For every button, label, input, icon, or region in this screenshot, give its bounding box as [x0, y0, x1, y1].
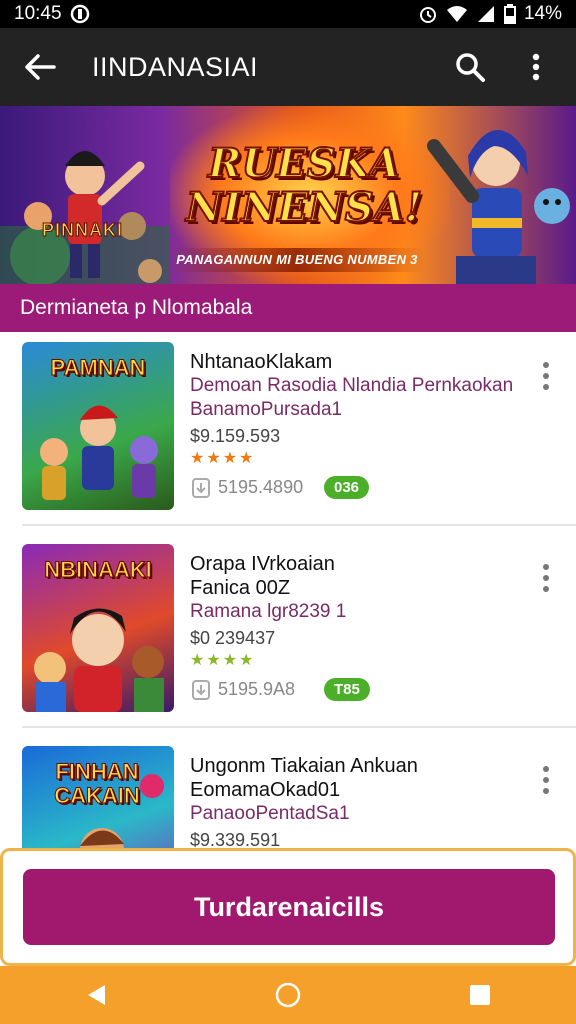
download-icon [190, 679, 212, 701]
item-badge: 036 [324, 476, 370, 499]
circle-home-icon [275, 982, 301, 1008]
alarm-icon [418, 4, 438, 24]
cta-panel: Turdarenaicills [0, 848, 576, 966]
search-button[interactable] [448, 45, 492, 89]
status-time: 10:45 [14, 3, 62, 24]
back-button[interactable] [18, 45, 62, 89]
wifi-icon [446, 5, 468, 23]
more-vert-icon [543, 362, 549, 390]
item-more-button[interactable] [532, 760, 560, 800]
nav-home-button[interactable] [258, 970, 318, 1020]
item-meta: 5195.4890 036 [190, 476, 520, 499]
thumbnail-title: PAMNAN [50, 355, 146, 380]
download-icon [190, 477, 212, 499]
item-more-button[interactable] [532, 356, 560, 396]
item-info: NhtanaoKlakam Demoan Rasodia Nlandia Per… [190, 350, 520, 499]
more-vert-icon [543, 766, 549, 794]
item-subtitle: BanamoPursada1 [190, 399, 343, 420]
item-description: Ramana lgr8239 1 [190, 601, 347, 622]
triangle-back-icon [88, 985, 105, 1005]
item-description: Demoan Rasodia Nlandia Pernkaokan [190, 375, 514, 396]
nav-recents-button[interactable] [450, 970, 510, 1020]
arrow-left-icon [25, 54, 56, 80]
square-recents-icon [470, 985, 490, 1005]
banner-hero-left-illustration [0, 151, 170, 284]
item-price: $9.159.593 [190, 426, 281, 446]
list-item[interactable]: FINHAN CAKAIN Ungonm Tiakaian Ankuan Eom… [0, 736, 576, 848]
banner-tagline: PANAGANNUN MI BUENG NUMBEN 3 [170, 248, 424, 272]
promo-banner[interactable]: PINNAKI RUESKA NINENSA! PANAGANNUN MI BU… [0, 106, 576, 284]
system-nav-bar [0, 966, 576, 1024]
item-name: NhtanaoKlakam [190, 351, 333, 373]
nav-back-button[interactable] [66, 970, 126, 1020]
banner-headline-line1: RUESKA [207, 140, 401, 187]
search-icon [456, 53, 485, 82]
item-rating-stars: ★★★★ [190, 450, 256, 467]
item-name: Orapa IVrkoaian [190, 553, 335, 575]
item-info: Ungonm Tiakaian Ankuan EomamaOkad01 Pana… [190, 754, 520, 848]
item-name: Ungonm Tiakaian Ankuan [190, 755, 418, 777]
banner-small-logo: PINNAKI [41, 220, 124, 241]
list-item[interactable]: NBINAAKI Orapa IVrkoaian Fanica 00Z Rama… [0, 534, 576, 734]
overflow-menu-button[interactable] [514, 45, 558, 89]
item-meta: 5195.9A8 T85 [190, 678, 520, 701]
game-thumbnail[interactable]: PAMNAN [22, 342, 174, 510]
banner-headline-line2: NINENSA! [185, 184, 423, 231]
app-notification-icon [70, 4, 90, 24]
page-title: IINDANASIAI [92, 51, 259, 82]
more-vert-icon [532, 53, 540, 81]
banner-hero-right-illustration [427, 129, 570, 284]
item-downloads: 5195.4890 [218, 477, 304, 497]
divider [22, 524, 576, 526]
status-bar: 10:45 14% [0, 0, 576, 28]
battery-icon [503, 4, 516, 24]
primary-action-button[interactable]: Turdarenaicills [23, 869, 555, 945]
thumbnail-title: FINHAN CAKAIN [54, 759, 141, 808]
battery-percent: 14% [523, 3, 562, 24]
app-bar: IINDANASIAI [0, 28, 576, 106]
item-price: $9.339.591 [190, 830, 281, 848]
game-list: PAMNAN NhtanaoKlakam Demoan Rasodia Nlan… [0, 332, 576, 848]
signal-icon [476, 5, 496, 23]
item-price: $0 239437 [190, 628, 276, 648]
more-vert-icon [543, 564, 549, 592]
list-item[interactable]: PAMNAN NhtanaoKlakam Demoan Rasodia Nlan… [0, 332, 576, 532]
item-subtitle: Fanica 00Z [190, 577, 291, 599]
thumbnail-title: NBINAAKI [44, 557, 153, 582]
item-info: Orapa IVrkoaian Fanica 00Z Ramana lgr823… [190, 552, 520, 701]
banner-headline: RUESKA NINENSA! [184, 140, 424, 231]
item-subtitle: EomamaOkad01 [190, 779, 341, 801]
divider [22, 726, 576, 728]
game-thumbnail[interactable]: NBINAAKI [22, 544, 174, 712]
game-thumbnail[interactable]: FINHAN CAKAIN [22, 746, 174, 848]
item-more-button[interactable] [532, 558, 560, 598]
item-rating-stars: ★★★★ [190, 652, 256, 669]
section-header: Dermianeta p Nlomabala [0, 284, 576, 332]
item-badge: T85 [324, 678, 370, 701]
item-description: PanaooPentadSa1 [190, 803, 350, 824]
item-downloads: 5195.9A8 [218, 679, 296, 699]
